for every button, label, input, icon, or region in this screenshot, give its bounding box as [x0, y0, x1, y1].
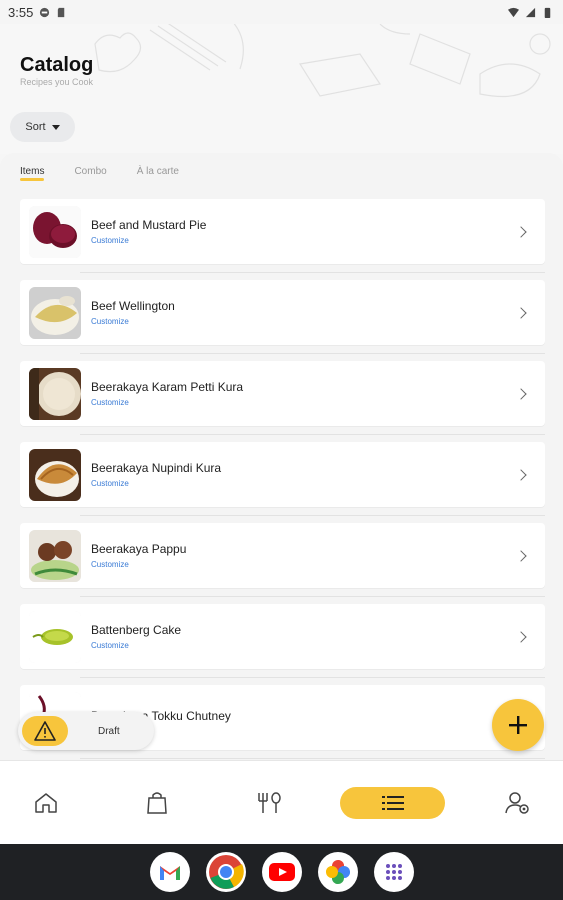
- item-text: Beerakaya Karam Petti Kura Customize: [91, 380, 517, 407]
- nav-profile[interactable]: [502, 787, 534, 819]
- page-title: Catalog: [20, 54, 94, 76]
- customize-link[interactable]: Customize: [91, 641, 517, 650]
- add-item-button[interactable]: [492, 699, 544, 751]
- item-name: Beef and Mustard Pie: [91, 218, 207, 232]
- nav-orders[interactable]: [141, 787, 173, 819]
- youtube-icon[interactable]: [262, 852, 302, 892]
- tab-a-la-carte[interactable]: À la carte: [137, 153, 179, 189]
- list-item[interactable]: Beerakaya Nupindi Kura Customize: [20, 442, 545, 516]
- tab-items-label: Items: [20, 165, 45, 177]
- list-item[interactable]: Battenberg Cake Customize: [20, 604, 545, 678]
- system-dock: [0, 844, 563, 900]
- item-list: Beef and Mustard Pie Customize Beef Well…: [20, 199, 545, 760]
- caret-down-icon: [51, 124, 60, 130]
- chevron-right-icon: [515, 630, 527, 643]
- chevron-right-icon: [515, 387, 527, 400]
- home-icon: [35, 793, 57, 813]
- list-item[interactable]: Beef and Mustard Pie Customize: [20, 199, 545, 273]
- wifi-icon: [508, 7, 519, 17]
- item-text: Beerakaya Nupindi Kura Customize: [91, 461, 517, 488]
- status-time: 3:55: [8, 4, 34, 20]
- warning-icon: [22, 716, 68, 746]
- item-text: Beerakaya Pappu Customize: [91, 542, 517, 569]
- battery-icon: [544, 7, 551, 18]
- item-text: Beerakaya Tokku Chutney: [91, 709, 517, 727]
- gmail-icon[interactable]: [150, 852, 190, 892]
- list-item[interactable]: Beef Wellington Customize: [20, 280, 545, 354]
- item-name: Beerakaya Nupindi Kura: [91, 461, 222, 475]
- sort-label: Sort: [25, 121, 46, 133]
- catalog-icon: [381, 796, 404, 810]
- kebab-plate-icon: [29, 529, 81, 582]
- tab-a-la-carte-label: À la carte: [136, 165, 179, 177]
- flatbread-icon: [29, 367, 81, 420]
- notification-icon: [40, 7, 50, 17]
- green-vegetable-icon: [29, 610, 81, 663]
- item-text: Battenberg Cake Customize: [91, 623, 517, 650]
- sd-card-icon: [58, 7, 65, 17]
- header: Catalog Recipes you Cook Sort: [0, 24, 563, 154]
- status-left: 3:55: [8, 5, 67, 20]
- header-doodle-background: [94, 24, 551, 98]
- nav-home[interactable]: [30, 787, 62, 819]
- dine-icon: [258, 792, 281, 813]
- tab-items[interactable]: Items: [20, 153, 45, 189]
- nav-dine[interactable]: [253, 787, 285, 819]
- item-name: Beef Wellington: [91, 299, 175, 313]
- dosa-plate-icon: [29, 448, 81, 501]
- item-name: Beerakaya Pappu: [91, 542, 187, 556]
- chrome-icon[interactable]: [206, 852, 246, 892]
- chevron-right-icon: [515, 468, 527, 481]
- bottom-navigation: [0, 760, 563, 844]
- beet-slices-icon: [29, 205, 81, 258]
- customize-link[interactable]: Customize: [91, 398, 517, 407]
- apps-icon[interactable]: [374, 852, 414, 892]
- customize-link[interactable]: Customize: [91, 317, 517, 326]
- item-text: Beef Wellington Customize: [91, 299, 517, 326]
- nav-catalog[interactable]: [340, 787, 445, 819]
- chevron-right-icon: [515, 306, 527, 319]
- item-name: Beerakaya Karam Petti Kura: [91, 380, 244, 394]
- item-name: Battenberg Cake: [91, 623, 182, 637]
- profile-settings-icon: [505, 792, 529, 814]
- item-name: Beerakaya Tokku Chutney: [91, 708, 231, 723]
- customize-link[interactable]: Customize: [91, 479, 517, 488]
- catalog-panel: Items Combo À la carte Beef and Mustard …: [0, 153, 563, 760]
- draft-label: Draft: [98, 725, 120, 737]
- page-subtitle: Recipes you Cook: [20, 77, 94, 87]
- bag-icon: [147, 792, 167, 814]
- list-item[interactable]: Beerakaya Karam Petti Kura Customize: [20, 361, 545, 435]
- signal-icon: [525, 7, 536, 17]
- photos-icon[interactable]: [318, 852, 358, 892]
- tab-bar: Items Combo À la carte: [0, 153, 563, 189]
- dosa-plate-icon: [29, 286, 81, 339]
- customize-link[interactable]: Customize: [91, 236, 517, 245]
- tab-combo[interactable]: Combo: [74, 153, 106, 189]
- item-text: Beef and Mustard Pie Customize: [91, 218, 517, 245]
- sort-button[interactable]: Sort: [10, 112, 75, 142]
- tab-combo-label: Combo: [74, 165, 107, 177]
- draft-toggle[interactable]: Draft: [18, 712, 154, 750]
- list-item[interactable]: Beerakaya Pappu Customize: [20, 523, 545, 597]
- plus-icon: [509, 716, 527, 734]
- status-bar: 3:55: [0, 0, 563, 24]
- customize-link[interactable]: Customize: [91, 560, 517, 569]
- status-right: [508, 7, 553, 18]
- chevron-right-icon: [515, 549, 527, 562]
- chevron-right-icon: [515, 225, 527, 238]
